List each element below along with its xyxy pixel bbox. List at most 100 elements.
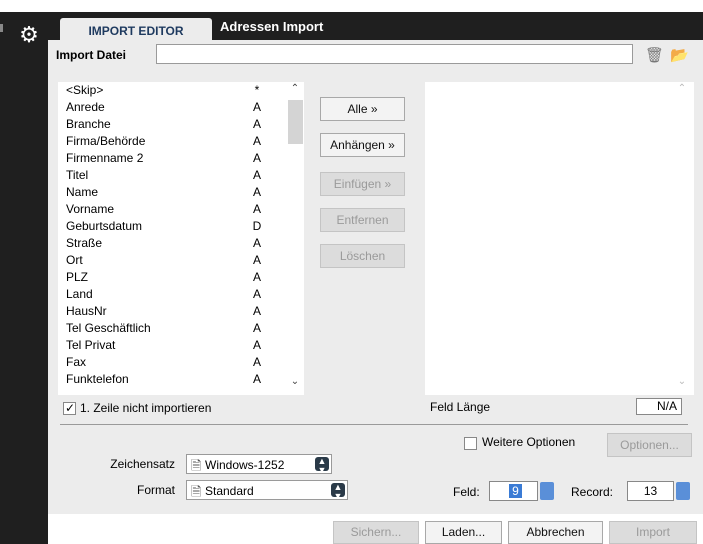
list-item[interactable]: Fax A (66, 354, 276, 371)
field-name: Branche (66, 117, 111, 131)
record-stepper-icon[interactable] (676, 482, 690, 500)
weitere-optionen-checkbox[interactable] (464, 437, 477, 450)
list-item[interactable]: Firmenname 2 A (66, 150, 276, 167)
field-name: Straße (66, 236, 103, 250)
field-name: Land (66, 287, 93, 301)
field-type: A (252, 236, 261, 250)
folder-open-icon[interactable]: 📂 (670, 46, 689, 64)
scroll-up-icon[interactable]: ⌃ (676, 83, 688, 95)
field-name: Funktelefon (66, 372, 129, 386)
list-item[interactable]: Name A (66, 184, 276, 201)
list-item[interactable]: Vorname A (66, 201, 276, 218)
weitere-optionen-label: Weitere Optionen (482, 435, 576, 449)
skip-first-row-checkbox[interactable]: ✓ (63, 401, 76, 415)
tab-adressen-import[interactable]: Adressen Import (220, 18, 360, 40)
zeichensatz-select[interactable]: 🗎 Windows-1252 ▲ ▼ (186, 454, 332, 475)
field-type: A (252, 134, 261, 148)
document-icon: 🗎 (191, 458, 202, 473)
field-type: A (252, 270, 261, 284)
list-item[interactable]: Straße A (66, 235, 276, 252)
sichern-button[interactable]: Sichern... (333, 521, 419, 544)
anhaengen-button[interactable]: Anhängen » (320, 133, 405, 157)
field-type: A (252, 338, 261, 352)
selected-fields-list[interactable] (425, 82, 694, 395)
feld-input[interactable]: 9 (489, 481, 538, 501)
scroll-down-icon[interactable]: ⌄ (289, 376, 301, 388)
list-item[interactable]: Titel A (66, 167, 276, 184)
list-item[interactable]: Land A (66, 286, 276, 303)
list-item[interactable]: Funktelefon A (66, 371, 276, 388)
record-input[interactable]: 13 (627, 481, 674, 501)
field-type: A (252, 253, 261, 267)
field-name: Firma/Behörde (66, 134, 146, 148)
field-type: D (252, 219, 262, 233)
optionen-button[interactable]: Optionen... (607, 433, 692, 457)
left-sidebar (0, 12, 48, 544)
field-type: A (252, 372, 261, 386)
field-type: A (252, 168, 261, 182)
scroll-down-icon[interactable]: ⌄ (676, 376, 688, 388)
field-type: A (252, 117, 261, 131)
sidebar-marker (0, 24, 3, 32)
gear-icon[interactable]: ⚙ (18, 24, 40, 46)
abbrechen-button[interactable]: Abbrechen (508, 521, 603, 544)
field-type: A (252, 100, 261, 114)
list-item[interactable]: Ort A (66, 252, 276, 269)
list-item[interactable]: HausNr A (66, 303, 276, 320)
field-type: * (254, 83, 260, 97)
stepper-icon[interactable]: ▲ ▼ (315, 457, 329, 475)
field-name: Name (66, 185, 99, 199)
field-name: Geburtsdatum (66, 219, 143, 233)
feld-value: 9 (509, 484, 522, 498)
stepper-icon[interactable]: ▲ ▼ (331, 483, 345, 501)
einfuegen-button[interactable]: Einfügen » (320, 172, 405, 196)
trash-icon[interactable]: 🗑 (645, 46, 664, 64)
field-name: Titel (66, 168, 89, 182)
document-icon: 🗎 (191, 484, 202, 499)
skip-first-row-label: 1. Zeile nicht importieren (80, 401, 212, 415)
list-item[interactable]: Branche A (66, 116, 276, 133)
field-name: Anrede (66, 100, 105, 114)
feld-laenge-label: Feld Länge (430, 400, 491, 414)
field-type: A (252, 287, 261, 301)
field-type: A (252, 304, 261, 318)
field-type: A (252, 185, 261, 199)
import-file-path[interactable] (156, 44, 633, 64)
loeschen-button[interactable]: Löschen (320, 244, 405, 268)
list-item[interactable]: Tel Geschäftlich A (66, 320, 276, 337)
field-type: A (252, 151, 261, 165)
tab-import-editor[interactable]: IMPORT EDITOR (60, 18, 212, 40)
field-list[interactable]: <Skip> * Anrede A Branche A Firma/Behörde A … (58, 82, 288, 395)
field-name: Firmenname 2 (66, 151, 144, 165)
list-item[interactable]: Tel Privat A (66, 337, 276, 354)
list-item[interactable]: <Skip> * (66, 82, 276, 99)
divider (60, 424, 688, 425)
list-item[interactable]: Anrede A (66, 99, 276, 116)
field-name: Tel Privat (66, 338, 116, 352)
scrollbar-thumb[interactable] (288, 100, 303, 144)
format-value: Standard (205, 484, 254, 498)
list-item[interactable]: Geburtsdatum D (66, 218, 276, 235)
field-name: PLZ (66, 270, 89, 284)
field-name: HausNr (66, 304, 107, 318)
field-name: Tel Geschäftlich (66, 321, 151, 335)
format-select[interactable]: 🗎 Standard ▲ ▼ (186, 480, 348, 501)
scroll-up-icon[interactable]: ⌃ (289, 83, 301, 95)
field-type: A (252, 202, 261, 216)
feld-laenge-value: N/A (636, 398, 682, 415)
zeichensatz-value: Windows-1252 (205, 458, 285, 472)
list-item[interactable]: PLZ A (66, 269, 276, 286)
list-item[interactable]: Firma/Behörde A (66, 133, 276, 150)
zeichensatz-label: Zeichensatz (110, 457, 175, 471)
alle-button[interactable]: Alle » (320, 97, 405, 121)
entfernen-button[interactable]: Entfernen (320, 208, 405, 232)
field-type: A (252, 321, 261, 335)
field-name: Ort (66, 253, 83, 267)
record-label: Record: (571, 485, 614, 499)
feld-label: Feld: (453, 485, 480, 499)
feld-stepper-icon[interactable] (540, 482, 554, 500)
import-button[interactable]: Import (609, 521, 697, 544)
checkmark-icon: ✓ (65, 401, 76, 415)
field-type: A (252, 355, 261, 369)
laden-button[interactable]: Laden... (425, 521, 502, 544)
